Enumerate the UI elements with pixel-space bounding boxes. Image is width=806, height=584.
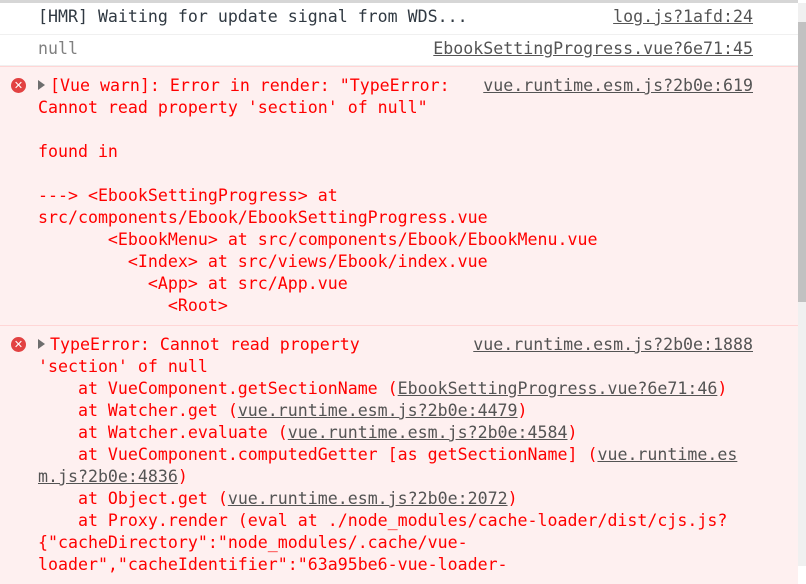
source-link[interactable]: vue.runtime.esm.js?2b0e:619 — [483, 75, 753, 97]
error-icon: ✕ — [11, 78, 26, 93]
message-line: at VueComponent.getSectionName (EbookSet… — [38, 378, 798, 400]
message-line: src/components/Ebook/EbookSettingProgres… — [38, 207, 798, 229]
scrollbar[interactable] — [798, 3, 806, 566]
message-text: ---> <EbookSettingProgress> at — [38, 186, 338, 205]
console-message-null: EbookSettingProgress.vue?6e71:45 null — [0, 35, 798, 66]
message-line: <App> at src/App.vue — [38, 273, 798, 295]
message-line: at Watcher.get (vue.runtime.esm.js?2b0e:… — [38, 400, 798, 422]
message-text: loader","cacheIdentifier":"63a95be6-vue-… — [38, 555, 508, 574]
message-line: at VueComponent.computedGetter [as getSe… — [38, 444, 798, 466]
message-text: ) — [517, 401, 528, 420]
message-line — [38, 119, 798, 141]
message-text: at Object.get ( — [38, 489, 228, 508]
message-text: <App> at src/App.vue — [38, 274, 348, 293]
stack-link[interactable]: m.js?2b0e:4836 — [38, 467, 178, 486]
console-panel: log.js?1afd:24 [HMR] Waiting for update s… — [0, 0, 798, 584]
stack-link[interactable]: vue.runtime.esm.js?2b0e:4479 — [238, 401, 518, 420]
console-message-err: ✕ vue.runtime.esm.js?2b0e:1888 TypeError: … — [0, 325, 798, 584]
source-link[interactable]: log.js?1afd:24 — [613, 6, 753, 28]
message-text: ) — [567, 423, 578, 442]
expand-triangle-icon[interactable] — [38, 80, 45, 90]
message-line: {"cacheDirectory":"node_modules/.cache/v… — [38, 532, 798, 554]
message-text: src/components/Ebook/EbookSettingProgres… — [38, 208, 488, 227]
stack-link[interactable]: EbookSettingProgress.vue?6e71:46 — [398, 379, 718, 398]
stack-link[interactable]: vue.runtime.esm.js?2b0e:2072 — [228, 489, 508, 508]
message-text: 'section' of null — [38, 357, 208, 376]
message-text: <EbookMenu> at src/components/Ebook/Eboo… — [38, 230, 598, 249]
message-line: at Proxy.render (eval at ./node_modules/… — [38, 510, 798, 532]
message-line: at Object.get (vue.runtime.esm.js?2b0e:2… — [38, 488, 798, 510]
scrollbar-thumb[interactable] — [798, 22, 806, 302]
message-text: null — [38, 39, 78, 58]
message-text: {"cacheDirectory":"node_modules/.cache/v… — [38, 533, 468, 552]
console-message-log: log.js?1afd:24 [HMR] Waiting for update s… — [0, 3, 798, 35]
stack-link[interactable]: vue.runtime.es — [597, 445, 737, 464]
message-line: <EbookMenu> at src/components/Ebook/Eboo… — [38, 229, 798, 251]
message-text: found in — [38, 142, 118, 161]
message-line: <Root> — [38, 295, 798, 317]
message-text: [Vue warn]: Error in render: "TypeError: — [50, 76, 450, 95]
message-text: <Index> at src/views/Ebook/index.vue — [38, 252, 488, 271]
message-line: found in — [38, 141, 798, 163]
message-text: TypeError: Cannot read property — [50, 335, 360, 354]
message-line: ---> <EbookSettingProgress> at — [38, 185, 798, 207]
error-icon: ✕ — [11, 337, 26, 352]
stack-link[interactable]: vue.runtime.esm.js?2b0e:4584 — [288, 423, 568, 442]
expand-triangle-icon[interactable] — [38, 339, 45, 349]
message-line — [38, 163, 798, 185]
message-text: at Watcher.evaluate ( — [38, 423, 288, 442]
message-text: at Watcher.get ( — [38, 401, 238, 420]
message-text: <Root> — [38, 296, 228, 315]
message-text: ) — [177, 467, 188, 486]
message-text: ) — [507, 489, 518, 508]
message-line: at Watcher.evaluate (vue.runtime.esm.js?… — [38, 422, 798, 444]
message-line: <Index> at src/views/Ebook/index.vue — [38, 251, 798, 273]
message-text: at VueComponent.getSectionName ( — [38, 379, 398, 398]
message-line: Cannot read property 'section' of null" — [38, 97, 798, 119]
message-line: loader","cacheIdentifier":"63a95be6-vue-… — [38, 554, 798, 576]
message-text: Cannot read property 'section' of null" — [38, 98, 428, 117]
source-link[interactable]: EbookSettingProgress.vue?6e71:45 — [433, 38, 753, 60]
message-line: m.js?2b0e:4836) — [38, 466, 798, 488]
message-text: [HMR] Waiting for update signal from WDS… — [38, 7, 468, 26]
message-line: 'section' of null — [38, 356, 798, 378]
console-message-err: ✕ vue.runtime.esm.js?2b0e:619 [Vue warn]: … — [0, 66, 798, 325]
source-link[interactable]: vue.runtime.esm.js?2b0e:1888 — [473, 334, 753, 356]
message-text: ) — [717, 379, 728, 398]
message-text: at Proxy.render (eval at ./node_modules/… — [38, 511, 728, 530]
message-text: at VueComponent.computedGetter [as getSe… — [38, 445, 598, 464]
